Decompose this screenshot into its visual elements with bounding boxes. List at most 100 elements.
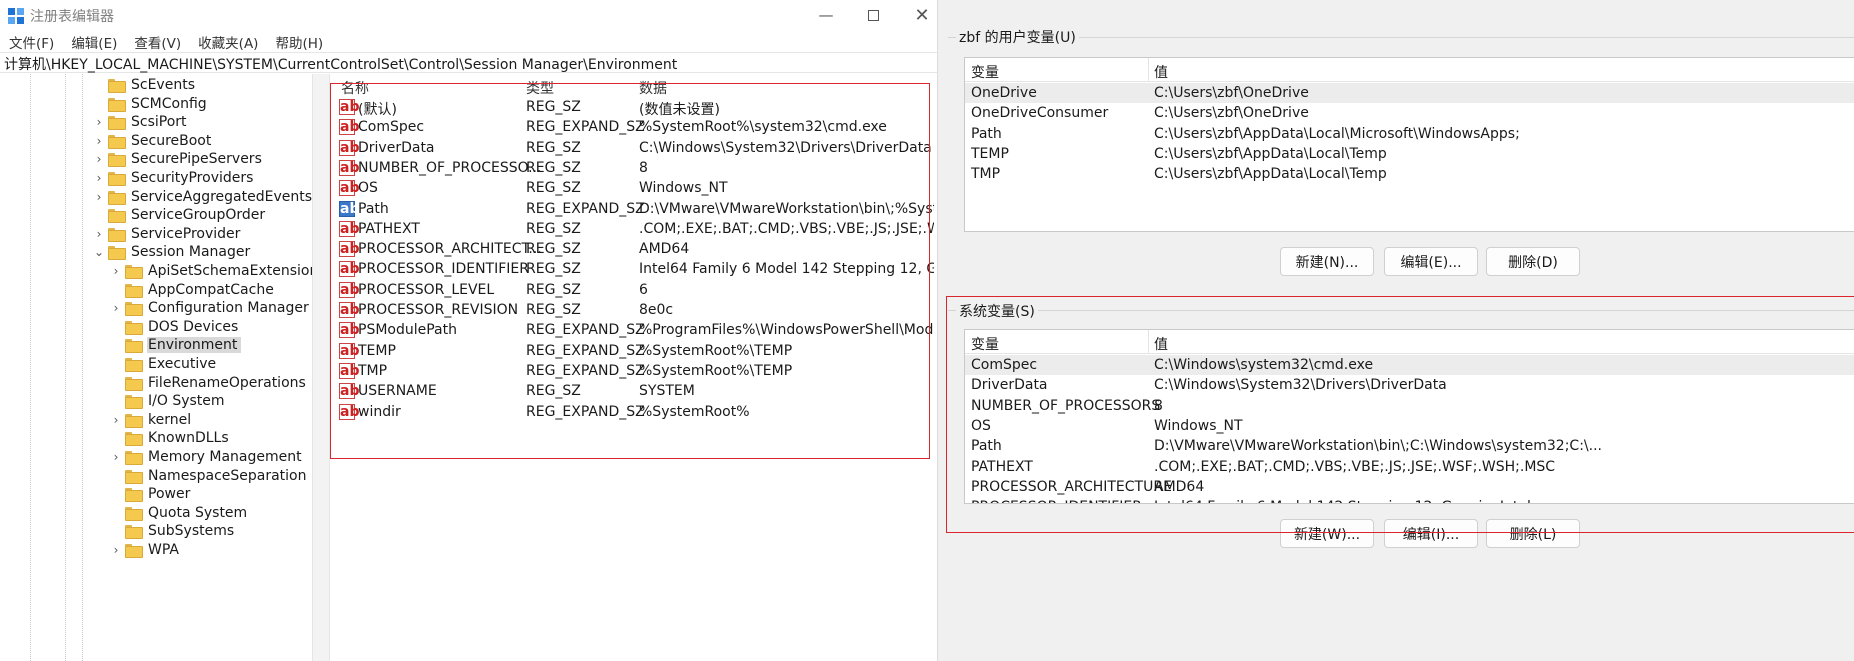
- value-type: REG_SZ: [526, 281, 581, 298]
- tree-key-item[interactable]: › SecureBoot: [92, 132, 215, 150]
- chevron-right-icon[interactable]: ›: [92, 115, 106, 129]
- variable-row[interactable]: PROCESSOR_ARCHITECTURE AMD64: [965, 477, 1854, 497]
- registry-value-row[interactable]: ab USERNAME REG_SZ SYSTEM: [333, 382, 937, 402]
- user-new-button[interactable]: 新建(N)...: [1280, 247, 1374, 276]
- folder-icon: [125, 339, 143, 354]
- chevron-right-icon[interactable]: ›: [109, 450, 123, 464]
- tree-key-item[interactable]: FileRenameOperations: [109, 374, 310, 392]
- tree-key-item[interactable]: › ApiSetSchemaExtensions: [109, 262, 330, 280]
- menu-file[interactable]: 文件(F): [0, 30, 62, 52]
- menu-favorites[interactable]: 收藏夹(A): [189, 30, 266, 52]
- tree-key-item[interactable]: › SecurityProviders: [92, 169, 257, 187]
- menu-view[interactable]: 查看(V): [125, 30, 189, 52]
- tree-key-item[interactable]: NamespaceSeparation: [109, 467, 311, 485]
- column-header-type[interactable]: 类型: [526, 78, 554, 98]
- tree-key-item[interactable]: › WPA: [109, 541, 183, 559]
- menu-edit[interactable]: 编辑(E): [62, 30, 125, 52]
- tree-key-item[interactable]: DOS Devices: [109, 318, 242, 336]
- registry-value-row[interactable]: ab PROCESSOR_REVISION REG_SZ 8e0c: [333, 301, 937, 321]
- system-col-value[interactable]: 值: [1154, 334, 1168, 354]
- menu-help[interactable]: 帮助(H): [266, 30, 331, 52]
- variable-row[interactable]: TMP C:\Users\zbf\AppData\Local\Temp: [965, 164, 1854, 184]
- chevron-right-icon[interactable]: ›: [92, 134, 106, 148]
- tree-key-item[interactable]: › SecurePipeServers: [92, 150, 266, 168]
- registry-value-row[interactable]: ab PROCESSOR_ARCHITECT... REG_SZ AMD64: [333, 240, 937, 260]
- chevron-right-icon[interactable]: ›: [109, 413, 123, 427]
- maximize-button[interactable]: [850, 0, 896, 30]
- variable-row[interactable]: PROCESSOR_IDENTIFIER Intel64 Family 6 Mod…: [965, 497, 1854, 503]
- folder-icon: [108, 246, 126, 261]
- tree-key-label: Quota System: [148, 504, 248, 521]
- pane-splitter[interactable]: [312, 74, 330, 661]
- user-variables-list[interactable]: 变量 值 OneDrive C:\Users\zbf\OneDrive OneDri…: [964, 57, 1854, 232]
- user-col-value[interactable]: 值: [1154, 62, 1168, 82]
- tree-key-item[interactable]: › ServiceProvider: [92, 225, 244, 243]
- column-header-name[interactable]: 名称: [341, 78, 369, 98]
- variable-row[interactable]: OneDriveConsumer C:\Users\zbf\OneDrive: [965, 103, 1854, 123]
- system-edit-button[interactable]: 编辑(I)...: [1384, 519, 1478, 548]
- chevron-right-icon[interactable]: ›: [109, 301, 123, 315]
- registry-value-row[interactable]: ab (默认) REG_SZ (数值未设置): [333, 98, 937, 118]
- registry-value-row[interactable]: ab Path REG_EXPAND_SZ D:\VMware\VMwareWorks…: [333, 200, 937, 220]
- minimize-button[interactable]: —: [803, 0, 849, 30]
- registry-value-row[interactable]: ab TEMP REG_EXPAND_SZ %SystemRoot%\TEMP: [333, 342, 937, 362]
- tree-key-item[interactable]: › Memory Management: [109, 448, 306, 466]
- user-edit-button[interactable]: 编辑(E)...: [1384, 247, 1478, 276]
- tree-key-item[interactable]: I/O System: [109, 392, 229, 410]
- tree-key-item[interactable]: ⌄ Session Manager: [92, 243, 254, 261]
- chevron-right-icon[interactable]: ›: [92, 152, 106, 166]
- tree-key-item[interactable]: › kernel: [109, 411, 195, 429]
- column-header-data[interactable]: 数据: [639, 78, 667, 98]
- registry-value-row[interactable]: ab NUMBER_OF_PROCESSO... REG_SZ 8: [333, 159, 937, 179]
- tree-key-item[interactable]: › ServiceAggregatedEvents: [92, 188, 316, 206]
- variable-row[interactable]: PATHEXT .COM;.EXE;.BAT;.CMD;.VBS;.VBE;.JS…: [965, 457, 1854, 477]
- folder-icon: [108, 79, 126, 93]
- variable-row[interactable]: OS Windows_NT: [965, 416, 1854, 436]
- registry-value-row[interactable]: ab PROCESSOR_LEVEL REG_SZ 6: [333, 281, 937, 301]
- system-variables-list[interactable]: 变量 值 ComSpec C:\Windows\system32\cmd.exe D…: [964, 329, 1854, 504]
- user-delete-button[interactable]: 删除(D): [1486, 247, 1580, 276]
- variable-row[interactable]: Path D:\VMware\VMwareWorkstation\bin\;C:\…: [965, 436, 1854, 456]
- chevron-right-icon[interactable]: ›: [92, 171, 106, 185]
- chevron-right-icon[interactable]: ›: [109, 264, 123, 278]
- tree-key-item[interactable]: Power: [109, 485, 194, 503]
- tree-key-item[interactable]: Executive: [109, 355, 220, 373]
- variable-value: .COM;.EXE;.BAT;.CMD;.VBS;.VBE;.JS;.JSE;.…: [1154, 458, 1556, 475]
- chevron-down-icon[interactable]: ⌄: [92, 245, 106, 259]
- chevron-right-icon[interactable]: ›: [92, 227, 106, 241]
- registry-value-row[interactable]: ab OS REG_SZ Windows_NT: [333, 179, 937, 199]
- tree-key-item[interactable]: › Configuration Manager: [109, 299, 313, 317]
- tree-key-item[interactable]: Quota System: [109, 504, 251, 522]
- registry-value-row[interactable]: ab PROCESSOR_IDENTIFIER REG_SZ Intel64 Fami…: [333, 260, 937, 280]
- folder-icon: [125, 544, 143, 558]
- user-col-variable[interactable]: 变量: [971, 62, 999, 82]
- variable-row[interactable]: DriverData C:\Windows\System32\Drivers\Dr…: [965, 375, 1854, 395]
- registry-value-row[interactable]: ab ComSpec REG_EXPAND_SZ %SystemRoot%\syste…: [333, 118, 937, 138]
- tree-key-item[interactable]: AppCompatCache: [109, 281, 278, 299]
- tree-key-item[interactable]: ScEvents: [92, 76, 199, 94]
- variable-row[interactable]: NUMBER_OF_PROCESSORS 8: [965, 396, 1854, 416]
- variable-row[interactable]: TEMP C:\Users\zbf\AppData\Local\Temp: [965, 144, 1854, 164]
- registry-value-row[interactable]: ab TMP REG_EXPAND_SZ %SystemRoot%\TEMP: [333, 362, 937, 382]
- registry-value-row[interactable]: ab PATHEXT REG_SZ .COM;.EXE;.BAT;.CMD;.VBS;…: [333, 220, 937, 240]
- system-col-variable[interactable]: 变量: [971, 334, 999, 354]
- variable-row[interactable]: OneDrive C:\Users\zbf\OneDrive: [965, 83, 1854, 103]
- chevron-right-icon[interactable]: ›: [109, 543, 123, 557]
- tree-key-item[interactable]: KnownDLLs: [109, 429, 233, 447]
- system-delete-button[interactable]: 删除(L): [1486, 519, 1580, 548]
- tree-key-item[interactable]: Environment: [109, 336, 242, 354]
- value-type: REG_EXPAND_SZ: [526, 403, 645, 420]
- chevron-right-icon[interactable]: ›: [92, 190, 106, 204]
- registry-value-row[interactable]: ab DriverData REG_SZ C:\Windows\System32\Dr…: [333, 139, 937, 159]
- variable-row[interactable]: ComSpec C:\Windows\system32\cmd.exe: [965, 355, 1854, 375]
- tree-key-item[interactable]: › ScsiPort: [92, 113, 191, 131]
- system-new-button[interactable]: 新建(W)...: [1280, 519, 1374, 548]
- tree-key-item[interactable]: SubSystems: [109, 522, 238, 540]
- address-bar[interactable]: 计算机\HKEY_LOCAL_MACHINE\SYSTEM\CurrentCon…: [0, 52, 937, 73]
- registry-value-row[interactable]: ab windir REG_EXPAND_SZ %SystemRoot%: [333, 403, 937, 423]
- tree-key-label: ScsiPort: [131, 114, 187, 131]
- variable-row[interactable]: Path C:\Users\zbf\AppData\Local\Microsoft…: [965, 124, 1854, 144]
- registry-value-row[interactable]: ab PSModulePath REG_EXPAND_SZ %ProgramFiles…: [333, 321, 937, 341]
- tree-key-item[interactable]: ServiceGroupOrder: [92, 206, 269, 224]
- tree-key-item[interactable]: SCMConfig: [92, 95, 211, 113]
